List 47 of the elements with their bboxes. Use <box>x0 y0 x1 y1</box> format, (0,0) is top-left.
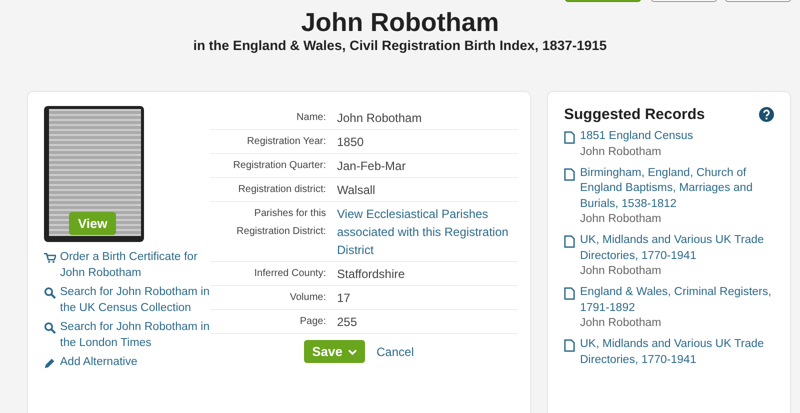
action-link[interactable]: Add Alternative <box>60 354 138 370</box>
suggested-record-link[interactable]: UK, Midlands and Various UK Trade Directories, 1770-1941 <box>580 337 774 368</box>
save-button[interactable]: Save <box>304 340 364 363</box>
field-label: Name: <box>296 111 327 125</box>
field-value: John Robotham <box>337 110 422 127</box>
record-person-name: John Robotham <box>580 212 662 227</box>
field-label: Registration Quarter: <box>232 159 327 173</box>
document-icon <box>564 235 575 248</box>
suggested-record-link[interactable]: UK, Midlands and Various UK Trade Directories, 1770-1941 <box>580 233 774 264</box>
field-value: 255 <box>337 314 358 331</box>
field-value: 17 <box>337 290 350 307</box>
cancel-link[interactable]: Cancel <box>376 342 414 360</box>
chevron-down-icon <box>348 348 356 354</box>
field-label: Volume: <box>288 291 327 305</box>
field-label: Parishes for this Registration District: <box>236 207 327 239</box>
field-label: Page: <box>298 315 327 329</box>
page-subtitle: in the England & Wales, Civil Registration Birth Index, 1837-1915 <box>192 38 608 54</box>
record-person-name: John Robotham <box>580 316 662 331</box>
field-value: 1850 <box>337 134 364 151</box>
search-icon <box>44 287 56 299</box>
page-title: John Robotham <box>300 6 500 38</box>
document-icon <box>564 287 575 300</box>
record-person-name: John Robotham <box>580 264 662 279</box>
field-value: Jan-Feb-Mar <box>337 158 406 175</box>
action-link[interactable]: Order a Birth Certificate for John Robotham <box>60 249 210 281</box>
document-icon <box>564 339 575 352</box>
cart-icon <box>44 252 56 264</box>
pencil-icon <box>44 357 56 369</box>
document-icon <box>564 131 575 144</box>
suggested-record-link[interactable]: England & Wales, Criminal Registers, 1791-1892 <box>580 285 774 316</box>
suggested-records-title: Suggested Records <box>564 106 705 123</box>
suggested-record-link[interactable]: Birmingham, England, Church of England Baptisms, Marriages and Burials, 1538-1812 <box>580 166 774 212</box>
help-icon[interactable] <box>759 107 774 122</box>
field-label: Registration district: <box>237 183 327 197</box>
view-button[interactable]: View <box>69 212 116 235</box>
action-link[interactable]: Search for John Robotham in the UK Census Collection <box>60 284 210 316</box>
field-value: Walsall <box>337 182 376 199</box>
action-link[interactable]: Search for John Robotham in the London Times <box>60 319 210 351</box>
search-icon <box>44 322 56 334</box>
document-thumbnail[interactable]: View <box>44 106 144 242</box>
suggested-record-link[interactable]: 1851 England Census <box>580 129 694 144</box>
field-label: Registration Year: <box>246 135 327 149</box>
field-label: Inferred County: <box>253 267 327 281</box>
record-person-name: John Robotham <box>580 144 662 160</box>
parishes-link[interactable]: View Ecclesiastical Parishes associated with this Registration District <box>337 205 518 259</box>
document-icon <box>564 168 575 180</box>
field-value: Staffordshire <box>337 266 405 283</box>
